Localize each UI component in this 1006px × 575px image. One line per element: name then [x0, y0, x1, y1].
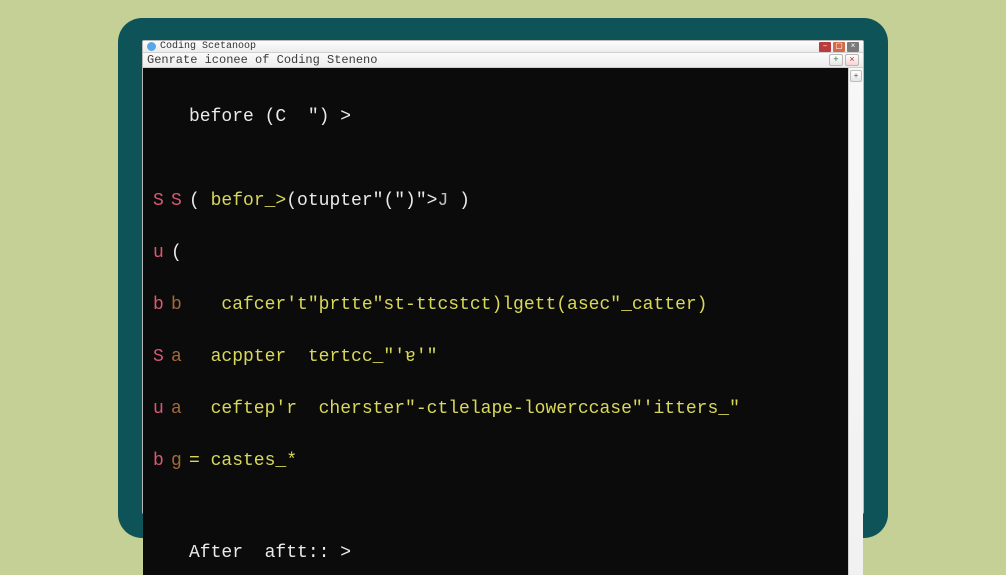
monitor-frame: Coding Scetanoop – ▢ × Genrate iconee of… — [118, 18, 888, 538]
gutter1: u — [153, 396, 171, 422]
vertical-scrollbar[interactable]: + ▾ 08 — [848, 68, 863, 575]
gutter2: g — [171, 448, 189, 474]
code-line: ceftep'r cherster"-ctlelape-lowerccase"'… — [189, 396, 840, 422]
code-line: acppter tertcc_"'ɐ'" — [189, 344, 840, 370]
window-minimize-button[interactable]: – — [819, 42, 831, 52]
tab-add-button[interactable]: + — [829, 54, 843, 66]
gutter1: S — [153, 188, 171, 214]
toolbar: Genrate iconee of Coding Steneno + × — [143, 53, 863, 68]
window-title: Coding Scetanoop — [160, 41, 256, 52]
gutter2: b — [171, 292, 189, 318]
gutter1: S — [153, 344, 171, 370]
code-line: ( befor_>(otupter"(")">J ) — [189, 188, 840, 214]
favicon-dot — [147, 42, 156, 51]
tab-close-button[interactable]: × — [845, 54, 859, 66]
gutter1: b — [153, 292, 171, 318]
gutter2: a — [171, 396, 189, 422]
title-controls: – ▢ × — [819, 42, 859, 52]
code-line: cafcer't"þrtte"st-ttcstct)lgett(asec"_ca… — [189, 292, 840, 318]
code-line: before (C ") > — [189, 104, 840, 130]
client-area: before (C ") > SS( befor_>(otupter"(")">… — [143, 68, 863, 575]
code-line — [189, 240, 840, 266]
toolbar-subtitle: Genrate iconee of Coding Steneno — [147, 53, 829, 67]
code-line: After aftt:: > — [189, 540, 840, 566]
window: Coding Scetanoop – ▢ × Genrate iconee of… — [142, 40, 864, 514]
window-close-button[interactable]: × — [847, 42, 859, 52]
code-line: = castes_* — [189, 448, 840, 474]
gutter2: a — [171, 344, 189, 370]
gutter1: b — [153, 448, 171, 474]
gutter1: u — [153, 240, 171, 266]
gutter2: S — [171, 188, 189, 214]
window-maximize-button[interactable]: ▢ — [833, 42, 845, 52]
gutter2: ( — [171, 240, 189, 266]
code-editor[interactable]: before (C ") > SS( befor_>(otupter"(")">… — [143, 68, 848, 575]
titlebar: Coding Scetanoop – ▢ × — [143, 41, 863, 53]
scroll-up-button[interactable]: + — [850, 70, 862, 82]
